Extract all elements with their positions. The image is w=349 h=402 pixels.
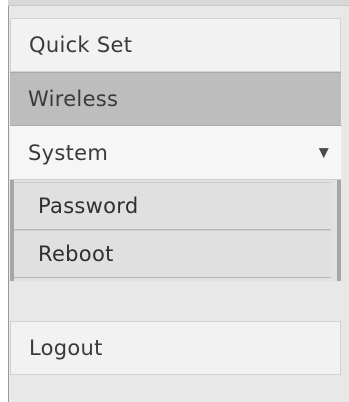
submenu-item-label-reboot: Reboot	[38, 242, 114, 266]
submenu-item-reboot[interactable]: Reboot	[14, 230, 331, 278]
menu-item-quick-set[interactable]: Quick Set	[10, 18, 341, 72]
menu-item-label-system: System	[28, 140, 109, 165]
menu-item-logout[interactable]: Logout	[10, 321, 341, 375]
menu-item-label-logout: Logout	[29, 336, 103, 360]
submenu-item-label-password: Password	[38, 194, 139, 218]
menu-item-label-quick-set: Quick Set	[29, 33, 133, 57]
menu-item-system[interactable]: System ▼	[10, 126, 341, 180]
sidebar-top-edge	[8, 0, 349, 6]
menu-item-wireless[interactable]: Wireless	[10, 72, 341, 126]
submenu-item-password[interactable]: Password	[14, 182, 331, 230]
chevron-down-icon: ▼	[318, 145, 329, 160]
sidebar-left-border	[8, 0, 9, 402]
menu-item-label-wireless: Wireless	[28, 87, 119, 111]
